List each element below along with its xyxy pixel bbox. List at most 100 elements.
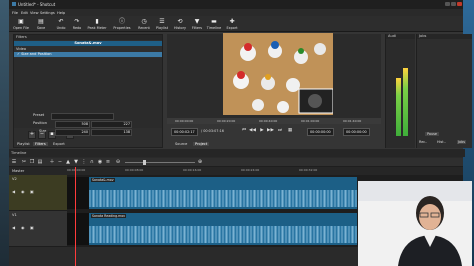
cut-icon[interactable]: ✂ xyxy=(21,159,27,165)
timeline-button[interactable]: ▬ Timeline xyxy=(204,17,224,31)
redo-button[interactable]: ↷ Redo xyxy=(67,17,87,31)
presenter-image xyxy=(358,181,472,266)
player-scale[interactable]: 00:00:00:00 00:00:20:00 00:00:40:00 00:0… xyxy=(167,118,381,124)
info-icon: ⓘ xyxy=(118,18,125,25)
size-row: Size 240 138 xyxy=(39,128,132,136)
tab-playlist[interactable]: Playlist xyxy=(15,142,32,146)
open-file-button[interactable]: ▣ Open File xyxy=(11,17,31,31)
filter-item-size-position[interactable]: ✓ Size and Position xyxy=(14,52,162,57)
visibility-icon[interactable]: ◉ xyxy=(21,189,25,194)
player-tabs: Source Project xyxy=(167,140,381,148)
skip-previous-icon[interactable]: ⏮ xyxy=(241,128,247,134)
overwrite-icon[interactable]: ▼ xyxy=(73,159,79,165)
timeline-toolbar: ☰ ✂ ❐ ▤ ＋ − ▲ ▼ ⋮ ∩ ◉ ≡ ⊖ ⊕ xyxy=(9,158,463,167)
current-timecode[interactable]: 00:00:02:17 xyxy=(171,128,198,136)
zoom-slider-handle[interactable] xyxy=(143,160,146,165)
ripple-icon[interactable]: ≡ xyxy=(105,159,111,165)
position-row: Position 508 227 xyxy=(33,120,132,128)
minimize-button[interactable] xyxy=(445,2,450,6)
save-icon: ▤ xyxy=(38,18,44,25)
audio-meter-panel: Audi xyxy=(385,34,415,148)
rewind-icon[interactable]: ◀◀ xyxy=(249,128,256,134)
save-button[interactable]: ▤ Save xyxy=(31,17,51,31)
skip-next-icon[interactable]: ⏭ xyxy=(277,128,283,134)
zoom-in-icon[interactable]: ⊕ xyxy=(197,159,203,165)
recent-button[interactable]: ◷ Recent xyxy=(134,17,154,31)
app-icon xyxy=(12,2,16,6)
out-point-timecode[interactable]: 00:00:00:00 xyxy=(343,128,370,136)
video-frame[interactable] xyxy=(223,33,333,115)
position-y-field[interactable]: 227 xyxy=(91,120,132,128)
history-icon: ⟲ xyxy=(177,18,183,25)
grid-icon[interactable]: ▦ xyxy=(287,128,293,134)
tab-jobs[interactable]: Jobs xyxy=(457,140,466,144)
track-header-v2[interactable]: V2 ◀ ◉ ▣ xyxy=(9,175,67,211)
size-height-field[interactable]: 138 xyxy=(91,128,132,136)
clip-thumbnail xyxy=(67,213,89,245)
timeline-icon: ▬ xyxy=(211,18,217,25)
export-button[interactable]: ✚ Export xyxy=(222,17,242,31)
copy-icon[interactable]: ❐ xyxy=(29,159,35,165)
audio-waveform xyxy=(89,225,357,244)
tab-export[interactable]: Export xyxy=(51,142,67,146)
clock-icon: ◷ xyxy=(141,18,147,25)
menu-settings[interactable]: Settings xyxy=(40,11,55,15)
fast-forward-icon[interactable]: ▶▶ xyxy=(267,128,274,134)
desktop-left-edge xyxy=(0,0,9,266)
remove-icon[interactable]: − xyxy=(57,159,63,165)
play-icon[interactable]: ▶ xyxy=(259,128,265,134)
jobs-header: Jobs xyxy=(417,34,472,39)
properties-button[interactable]: ⓘ Properties xyxy=(112,17,132,31)
tab-recent[interactable]: Rec.. xyxy=(419,140,427,144)
timeline-ruler[interactable]: 00:00:00:00 00:00:08:00 00:00:16:00 00:0… xyxy=(67,167,463,175)
main-toolbar: ▣ Open File ▤ Save ↶ Undo ↷ Redo ▮ Peak Meter… xyxy=(9,16,463,32)
peak-meter-button[interactable]: ▮ Peak Meter xyxy=(87,17,107,31)
filter-category: Video xyxy=(16,47,27,51)
lift-icon[interactable]: ▲ xyxy=(65,159,71,165)
visibility-icon[interactable]: ◉ xyxy=(21,225,25,230)
filter-properties: Preset Position 508 227 Size 240 138 xyxy=(13,110,163,140)
menu-icon[interactable]: ☰ xyxy=(11,159,17,165)
zoom-out-icon[interactable]: ⊖ xyxy=(115,159,121,165)
in-point-timecode[interactable]: 00:00:00:00 xyxy=(307,128,334,136)
append-icon[interactable]: ＋ xyxy=(49,159,55,165)
position-x-field[interactable]: 508 xyxy=(55,120,90,128)
filters-header: Filters xyxy=(14,35,162,40)
export-icon: ✚ xyxy=(229,18,235,25)
tab-history[interactable]: Hist.. xyxy=(437,140,446,144)
menu-view[interactable]: View xyxy=(30,11,39,15)
menu-help[interactable]: Help xyxy=(57,11,65,15)
menu-bar: File Edit View Settings Help xyxy=(9,9,463,16)
left-dock-tabs: Playlist Filters Export xyxy=(13,141,163,148)
paste-icon[interactable]: ▤ xyxy=(37,159,43,165)
tab-project[interactable]: Project xyxy=(193,142,210,146)
lock-icon[interactable]: ▣ xyxy=(30,225,34,230)
preset-select[interactable] xyxy=(51,112,114,120)
zoom-slider[interactable] xyxy=(125,162,195,163)
clip-v2[interactable]: Sonata&.mov xyxy=(67,177,357,209)
meter-icon: ▮ xyxy=(95,18,99,25)
playhead[interactable] xyxy=(75,167,76,266)
menu-edit[interactable]: Edit xyxy=(21,11,28,15)
mute-icon[interactable]: ◀ xyxy=(12,225,15,230)
jobs-panel: Jobs Pause Rec.. Hist.. Jobs xyxy=(416,34,472,148)
clip-v1[interactable]: Sonata Reading.mov xyxy=(67,213,357,245)
lock-icon[interactable]: ▣ xyxy=(30,189,34,194)
pause-button[interactable]: Pause xyxy=(425,132,439,136)
split-icon[interactable]: ⋮ xyxy=(81,159,87,165)
playlist-button[interactable]: ☰ Playlist xyxy=(152,17,172,31)
snap-icon[interactable]: ∩ xyxy=(89,159,95,165)
track-header-v1[interactable]: V1 ◀ ◉ ▣ xyxy=(9,211,67,247)
menu-file[interactable]: File xyxy=(12,11,18,15)
maximize-button[interactable] xyxy=(451,2,456,6)
tab-source[interactable]: Source xyxy=(173,142,189,146)
tab-filters[interactable]: Filters xyxy=(33,142,48,146)
mute-icon[interactable]: ◀ xyxy=(12,189,15,194)
preset-row: Preset xyxy=(13,112,163,120)
shotcut-window: Untitled* - Shotcut File Edit View Setti… xyxy=(9,0,472,266)
close-button[interactable] xyxy=(457,2,462,6)
filter-icon: ▼ xyxy=(194,18,200,25)
list-icon: ☰ xyxy=(159,18,165,25)
size-width-field[interactable]: 240 xyxy=(55,128,90,136)
scrub-icon[interactable]: ◉ xyxy=(97,159,103,165)
